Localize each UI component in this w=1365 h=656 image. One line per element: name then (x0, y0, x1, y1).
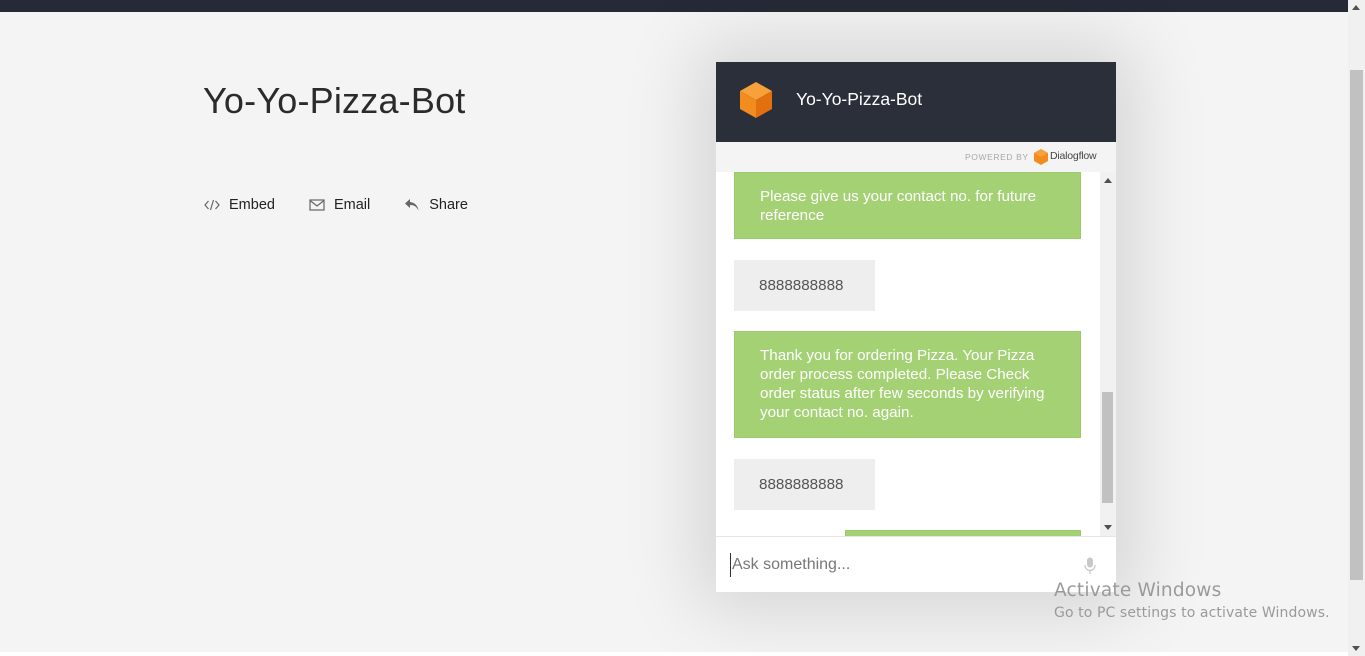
agent-cube-icon (740, 82, 772, 118)
envelope-icon (308, 197, 326, 213)
chat-widget: Yo-Yo-Pizza-Bot POWERED BY Dialogflow Pl… (716, 62, 1116, 592)
dialogflow-name: Dialogflow (1050, 150, 1097, 162)
top-bar (0, 0, 1348, 12)
chat-log[interactable]: Please give us your contact no. for futu… (716, 172, 1100, 536)
page-scroll-down-icon[interactable] (1352, 646, 1360, 651)
share-button[interactable]: Share (403, 197, 468, 213)
email-button[interactable]: Email (308, 197, 370, 213)
chat-header: Yo-Yo-Pizza-Bot (716, 62, 1116, 142)
bottom-edge (0, 652, 1348, 656)
activate-windows-title: Activate Windows (1054, 580, 1222, 601)
user-message: 8888888888 (734, 459, 875, 510)
email-label: Email (333, 197, 371, 213)
ask-input[interactable] (730, 553, 1070, 577)
powered-by-bar: POWERED BY Dialogflow (716, 142, 1116, 172)
bot-message: Please give us your contact no. for futu… (734, 172, 1081, 239)
embed-label: Embed (229, 197, 275, 213)
chat-scrollbar[interactable] (1100, 172, 1116, 536)
embed-button[interactable]: Embed (203, 197, 275, 213)
user-message: 8888888888 (734, 260, 875, 311)
scroll-up-arrow-icon[interactable] (1104, 178, 1112, 183)
share-label: Share (429, 197, 468, 213)
reply-arrow-icon (403, 197, 421, 213)
dialogflow-logo-icon (1034, 149, 1048, 165)
powered-by-label: POWERED BY (965, 152, 1029, 162)
chat-scrollbar-thumb[interactable] (1102, 392, 1113, 503)
activate-windows-hint: Go to PC settings to activate Windows. (1054, 605, 1330, 621)
action-bar: Embed Email Share (203, 197, 501, 213)
activate-windows-watermark: Activate Windows Go to PC settings to ac… (1054, 580, 1330, 621)
chat-title: Yo-Yo-Pizza-Bot (796, 89, 923, 109)
page-title: Yo-Yo-Pizza-Bot (203, 80, 466, 121)
page-scrollbar-thumb[interactable] (1350, 70, 1363, 580)
scroll-down-arrow-icon[interactable] (1104, 525, 1112, 530)
microphone-icon[interactable] (1084, 557, 1096, 575)
page-scrollbar[interactable] (1348, 0, 1365, 656)
page-scroll-up-icon[interactable] (1352, 5, 1360, 10)
bot-message: Thank you for ordering Pizza. Your Pizza… (734, 331, 1081, 438)
code-icon (203, 197, 221, 213)
